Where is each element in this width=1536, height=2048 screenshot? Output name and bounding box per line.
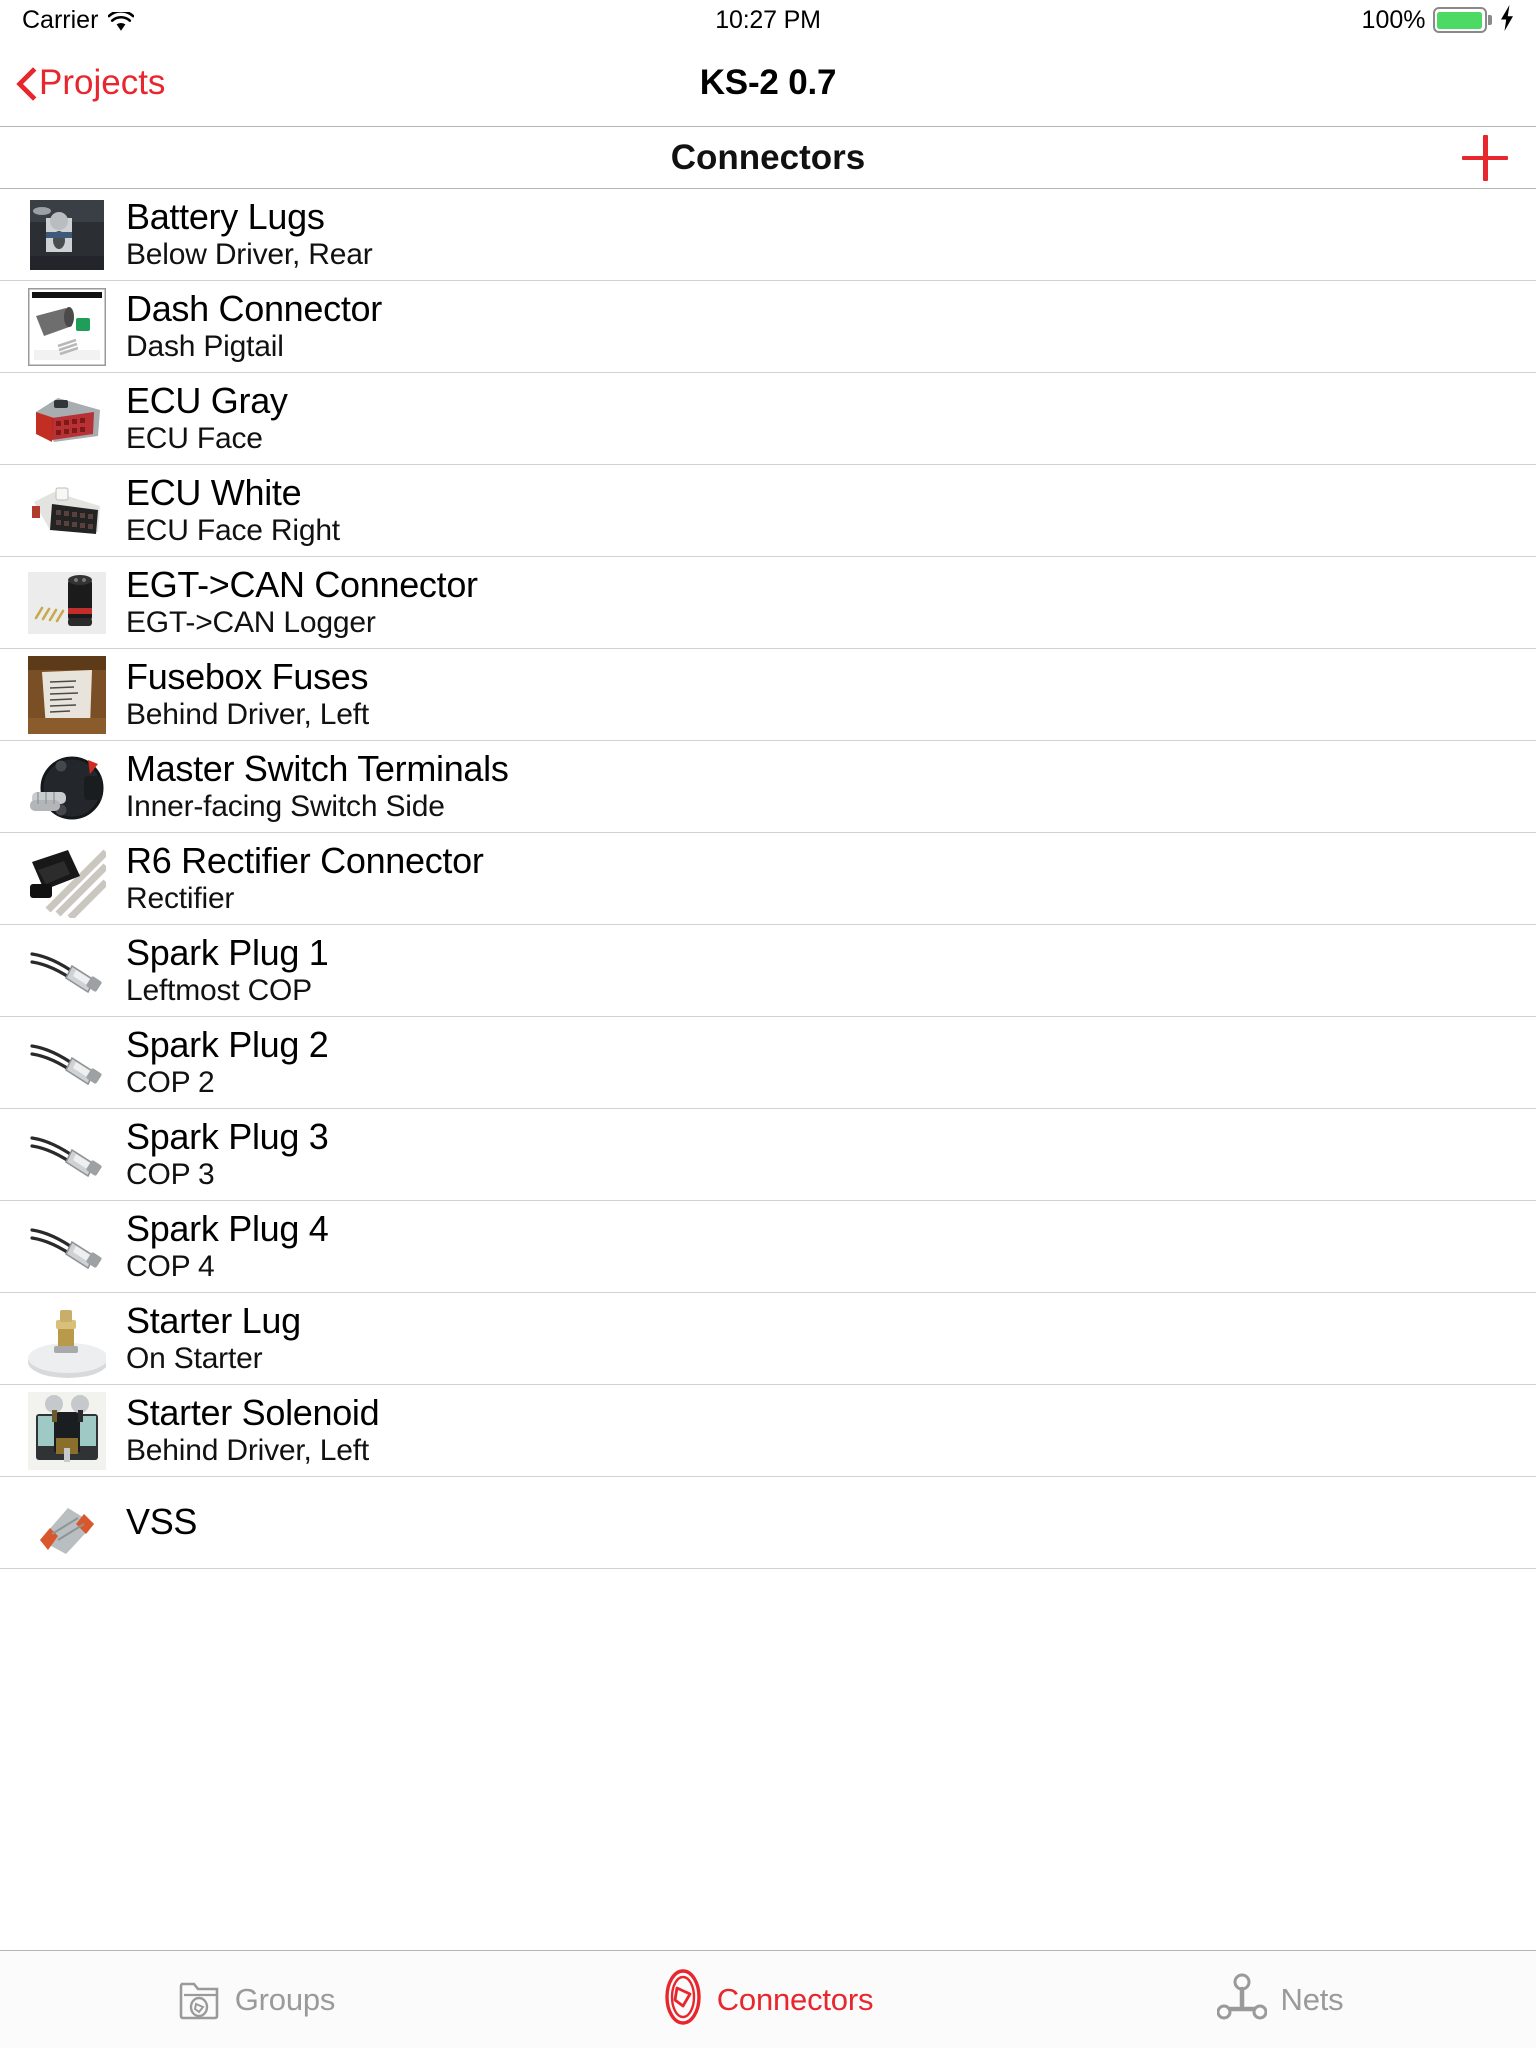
- list-item-subtitle: ECU Face: [126, 422, 263, 456]
- list-item-title: Spark Plug 2: [126, 1023, 329, 1065]
- list-item-subtitle: COP 3: [126, 1158, 215, 1192]
- list-item-title: Master Switch Terminals: [126, 747, 509, 789]
- list-item[interactable]: ECU White ECU Face Right: [0, 465, 1536, 557]
- list-item-subtitle: EGT->CAN Logger: [126, 606, 376, 640]
- section-header: Connectors: [0, 127, 1536, 189]
- navigation-bar: Projects KS-2 0.7: [0, 40, 1536, 127]
- list-item-title: EGT->CAN Connector: [126, 563, 478, 605]
- spark-plug-photo: [28, 932, 106, 1010]
- list-item-title: ECU White: [126, 471, 302, 513]
- r6-rectifier-photo: [28, 839, 106, 918]
- folder-connector-icon: [177, 1974, 221, 2025]
- tab-bar: Groups Connectors Nets: [0, 1950, 1536, 2048]
- list-item-text: Master Switch Terminals Inner-facing Swit…: [126, 747, 509, 824]
- list-item[interactable]: EGT->CAN Connector EGT->CAN Logger: [0, 557, 1536, 649]
- battery-percent-label: 100%: [1361, 5, 1426, 34]
- spark-plug-photo: [28, 1024, 106, 1102]
- list-item[interactable]: Spark Plug 3 COP 3: [0, 1109, 1536, 1201]
- list-item-text: Fusebox Fuses Behind Driver, Left: [126, 655, 369, 732]
- starter-lug-photo: [28, 1300, 106, 1378]
- list-item-subtitle: COP 2: [126, 1066, 215, 1100]
- section-title: Connectors: [670, 137, 866, 177]
- list-item[interactable]: Starter Lug On Starter: [0, 1293, 1536, 1385]
- page-title: KS-2 0.7: [699, 63, 837, 102]
- list-item[interactable]: R6 Rectifier Connector Rectifier: [0, 833, 1536, 925]
- status-bar: Carrier 10:27 PM 100%: [0, 0, 1536, 40]
- list-item[interactable]: Master Switch Terminals Inner-facing Swit…: [0, 741, 1536, 833]
- list-item-title: Spark Plug 4: [126, 1207, 329, 1249]
- list-item[interactable]: Fusebox Fuses Behind Driver, Left: [0, 649, 1536, 741]
- list-item-title: Dash Connector: [126, 287, 382, 329]
- list-item[interactable]: ECU Gray ECU Face: [0, 373, 1536, 465]
- net-nodes-icon: [1216, 1973, 1268, 2026]
- egt-can-connector-photo: [28, 564, 106, 642]
- battery-lug-photo: [28, 196, 106, 274]
- connector-list[interactable]: Battery Lugs Below Driver, Rear Dash Conne…: [0, 189, 1536, 1950]
- list-item-subtitle: Below Driver, Rear: [126, 238, 373, 272]
- connector-oval-icon: [663, 1968, 703, 2031]
- spark-plug-photo: [28, 1208, 106, 1286]
- list-item-subtitle: Behind Driver, Left: [126, 1434, 369, 1468]
- list-item[interactable]: VSS: [0, 1477, 1536, 1569]
- list-item-text: Spark Plug 3 COP 3: [126, 1115, 329, 1192]
- list-item[interactable]: Spark Plug 2 COP 2: [0, 1017, 1536, 1109]
- list-item-text: Starter Lug On Starter: [126, 1299, 301, 1376]
- vss-connector-photo: [28, 1484, 106, 1562]
- list-item-subtitle: Behind Driver, Left: [126, 698, 369, 732]
- spark-plug-photo: [28, 1116, 106, 1194]
- list-item-title: Starter Solenoid: [126, 1391, 380, 1433]
- list-item-title: Battery Lugs: [126, 195, 325, 237]
- starter-solenoid-photo: [28, 1391, 106, 1470]
- fusebox-photo: [28, 655, 106, 734]
- list-item-subtitle: On Starter: [126, 1342, 263, 1376]
- tab-groups[interactable]: Groups: [0, 1974, 512, 2025]
- list-item-title: Spark Plug 1: [126, 931, 329, 973]
- list-item-text: ECU White ECU Face Right: [126, 471, 340, 548]
- list-item[interactable]: Dash Connector Dash Pigtail: [0, 281, 1536, 373]
- battery-full-icon: [1432, 7, 1492, 33]
- list-item[interactable]: Spark Plug 1 Leftmost COP: [0, 925, 1536, 1017]
- list-item-title: R6 Rectifier Connector: [126, 839, 484, 881]
- app-root: Carrier 10:27 PM 100% Projects KS-2 0.7 …: [0, 0, 1536, 2048]
- tab-label: Nets: [1280, 1981, 1344, 2017]
- tab-nets[interactable]: Nets: [1024, 1973, 1536, 2026]
- list-item-text: Starter Solenoid Behind Driver, Left: [126, 1391, 380, 1468]
- add-connector-button[interactable]: [1462, 134, 1508, 181]
- list-item-text: R6 Rectifier Connector Rectifier: [126, 839, 484, 916]
- list-item-title: Spark Plug 3: [126, 1115, 329, 1157]
- list-item-subtitle: Dash Pigtail: [126, 330, 284, 364]
- tab-label: Connectors: [716, 1981, 874, 2017]
- status-bar-clock: 10:27 PM: [715, 5, 821, 34]
- list-item-text: EGT->CAN Connector EGT->CAN Logger: [126, 563, 478, 640]
- ecu-gray-connector-photo: [28, 380, 106, 458]
- list-item-title: Fusebox Fuses: [126, 655, 369, 697]
- ecu-white-connector-photo: [28, 472, 106, 550]
- list-item-text: VSS: [126, 1501, 198, 1543]
- list-item-subtitle: Inner-facing Switch Side: [126, 790, 445, 824]
- lightning-bolt-icon: [1500, 5, 1514, 35]
- list-item-subtitle: Rectifier: [126, 882, 235, 916]
- list-item-text: Dash Connector Dash Pigtail: [126, 287, 382, 364]
- list-item-text: Battery Lugs Below Driver, Rear: [126, 195, 373, 272]
- list-item-subtitle: ECU Face Right: [126, 514, 340, 548]
- list-item-text: Spark Plug 1 Leftmost COP: [126, 931, 329, 1008]
- list-item[interactable]: Battery Lugs Below Driver, Rear: [0, 189, 1536, 281]
- list-item-text: Spark Plug 2 COP 2: [126, 1023, 329, 1100]
- list-item-text: ECU Gray ECU Face: [126, 379, 288, 456]
- list-item-text: Spark Plug 4 COP 4: [126, 1207, 329, 1284]
- list-item-title: VSS: [126, 1501, 198, 1543]
- status-bar-right: 100%: [1362, 5, 1514, 35]
- list-item-subtitle: Leftmost COP: [126, 974, 312, 1008]
- list-item-title: Starter Lug: [126, 1299, 301, 1341]
- tab-connectors[interactable]: Connectors: [512, 1968, 1024, 2031]
- list-item-subtitle: COP 4: [126, 1250, 215, 1284]
- list-item-title: ECU Gray: [126, 379, 288, 421]
- dash-connector-photo: [28, 287, 106, 366]
- tab-label: Groups: [234, 1981, 336, 2017]
- list-item[interactable]: Starter Solenoid Behind Driver, Left: [0, 1385, 1536, 1477]
- master-switch-photo: [28, 748, 106, 826]
- list-item[interactable]: Spark Plug 4 COP 4: [0, 1201, 1536, 1293]
